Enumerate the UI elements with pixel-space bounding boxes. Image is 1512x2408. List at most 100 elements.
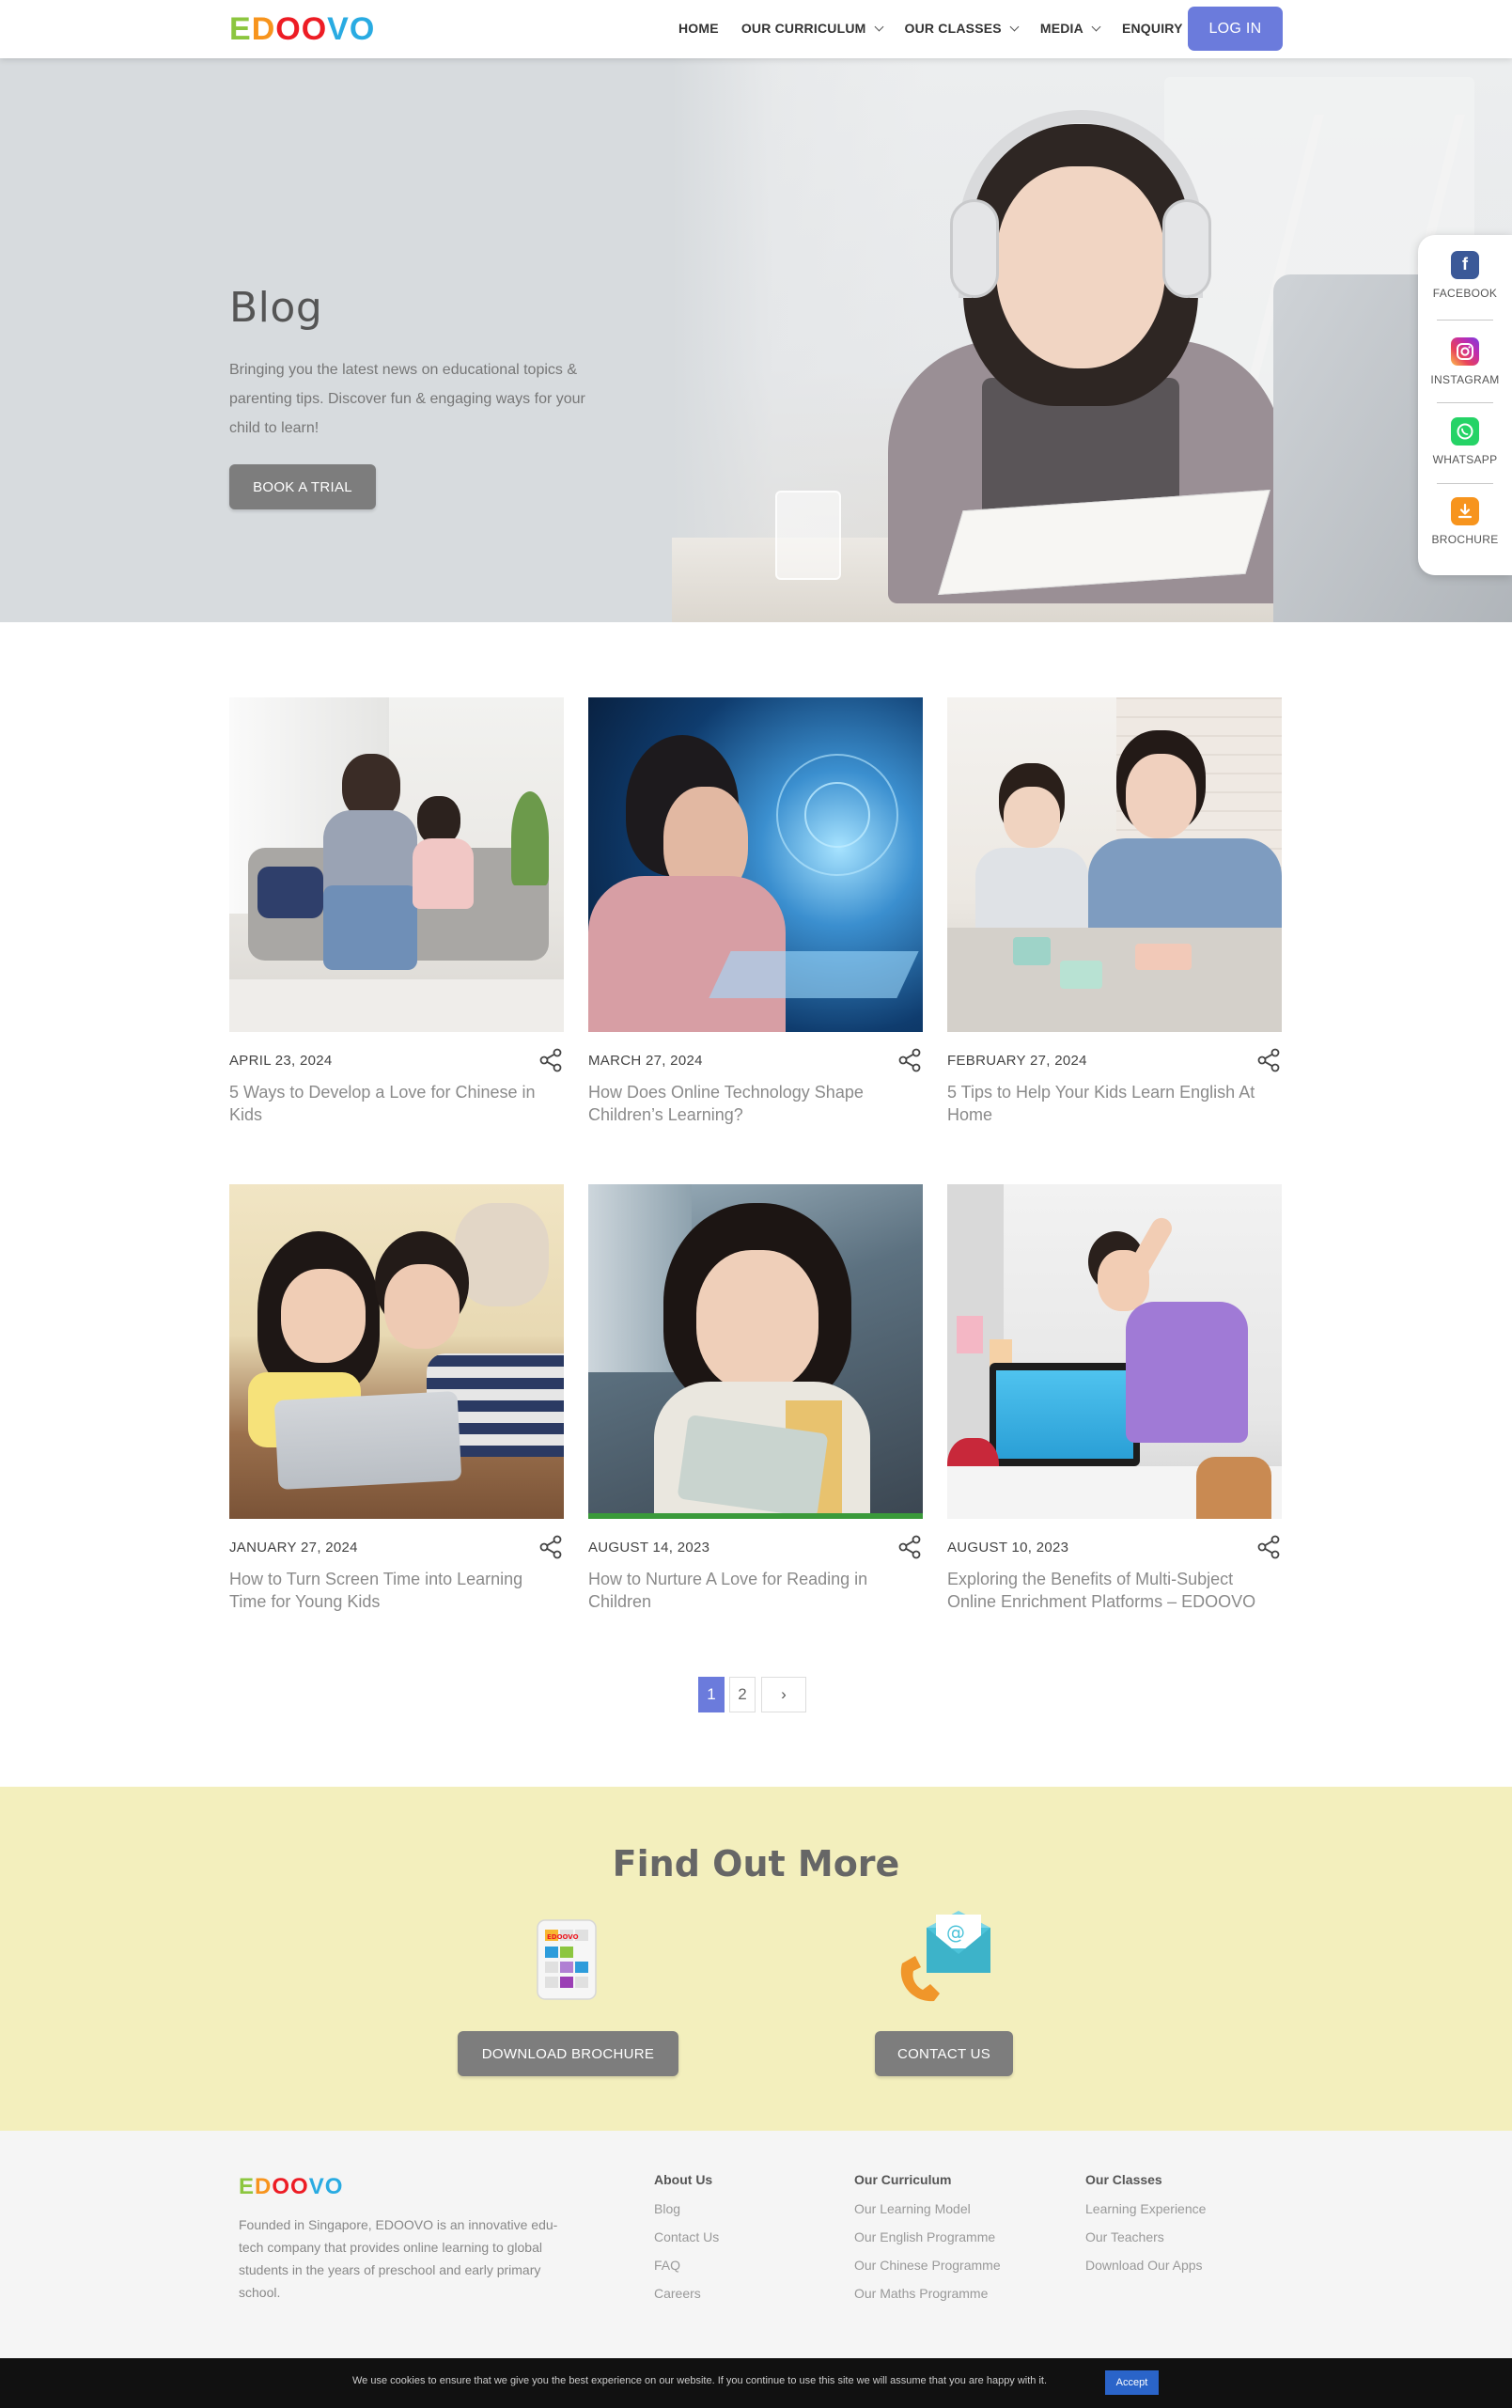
social-label: BROCHURE [1431,532,1499,546]
social-instagram[interactable]: INSTAGRAM [1418,321,1512,401]
footer-description: Founded in Singapore, EDOOVO is an innov… [239,2217,558,2300]
page-1-button[interactable]: 1 [698,1677,725,1712]
chevron-down-icon [874,22,883,31]
post-title[interactable]: How to Turn Screen Time into Learning Ti… [229,1568,564,1613]
blog-thumbnail[interactable] [588,697,923,1032]
footer-link-english[interactable]: Our English Programme [854,2223,1001,2251]
book-trial-button[interactable]: BOOK A TRIAL [229,464,376,509]
hero-image-glass [775,491,841,580]
blog-card: MARCH 27, 2024 How Does Online Technolog… [588,697,923,1158]
logo-letter: O [301,10,328,47]
footer-link-apps[interactable]: Download Our Apps [1085,2251,1206,2279]
social-label: FACEBOOK [1432,286,1498,300]
share-icon[interactable] [896,1534,923,1560]
pagination: 1 2 › [698,1677,806,1712]
logo-letter: D [251,10,276,47]
blog-thumbnail[interactable] [947,1184,1282,1519]
cookie-banner: We use cookies to ensure that we give yo… [0,2358,1512,2408]
logo-letter: O [324,2174,344,2199]
post-title[interactable]: How Does Online Technology Shape Childre… [588,1081,923,1126]
post-date: MARCH 27, 2024 [588,1053,703,1069]
blog-card: JANUARY 27, 2024 How to Turn Screen Time… [229,1184,564,1645]
footer-link-teachers[interactable]: Our Teachers [1085,2223,1206,2251]
facebook-icon: f [1451,250,1479,279]
page-2-button[interactable]: 2 [729,1677,756,1712]
download-brochure-button[interactable]: DOWNLOAD BROCHURE [458,2031,678,2076]
logo-letter: O [272,2174,291,2199]
nav-label: MEDIA [1039,21,1083,36]
chevron-right-icon: › [781,1685,787,1703]
social-label: WHATSAPP [1432,452,1498,466]
share-icon[interactable] [538,1047,564,1073]
footer-logo[interactable]: EDOOVO [239,2174,343,2200]
share-icon[interactable] [1255,1534,1282,1560]
footer-link-blog[interactable]: Blog [654,2195,719,2223]
blog-thumbnail[interactable] [947,697,1282,1032]
logo-letter: D [255,2174,273,2199]
hero-banner: Blog Bringing you the latest news on edu… [0,58,1512,622]
hero-image-earcup [950,199,999,298]
nav-label: OUR CLASSES [904,21,1002,36]
brochure-icon: EDOOVO [532,1916,603,2001]
footer-link-faq[interactable]: FAQ [654,2251,719,2279]
hero-image-earcup [1162,199,1211,298]
post-title[interactable]: How to Nurture A Love for Reading in Chi… [588,1568,923,1613]
divider [1437,320,1493,321]
blog-thumbnail[interactable] [588,1184,923,1519]
nav-item-classes[interactable]: OUR CLASSES [904,21,1020,36]
footer-link-chinese[interactable]: Our Chinese Programme [854,2251,1001,2279]
nav-item-curriculum[interactable]: OUR CURRICULUM [741,21,883,36]
share-icon[interactable] [1255,1047,1282,1073]
chevron-down-icon [1009,22,1020,31]
whatsapp-icon [1451,416,1479,446]
main-nav: HOME OUR CURRICULUM OUR CLASSES MEDIA EN… [678,0,1222,56]
footer-link-careers[interactable]: Careers [654,2279,719,2307]
footer-column-about: About Us Blog Contact Us FAQ Careers [654,2172,719,2307]
blog-card: AUGUST 10, 2023 Exploring the Benefits o… [947,1184,1282,1645]
footer-link-maths[interactable]: Our Maths Programme [854,2279,1001,2307]
nav-label: HOME [678,21,719,36]
logo-letter: E [239,2174,256,2199]
footer-link-contact[interactable]: Contact Us [654,2223,719,2251]
footer-heading: Our Classes [1085,2172,1162,2187]
post-date: AUGUST 14, 2023 [588,1540,710,1556]
social-label: INSTAGRAM [1430,372,1500,386]
section-title: Find Out More [612,1843,900,1884]
post-title[interactable]: 5 Ways to Develop a Love for Chinese in … [229,1081,564,1126]
post-title[interactable]: 5 Tips to Help Your Kids Learn English A… [947,1081,1282,1126]
svg-text:EDOOVO: EDOOVO [547,1933,579,1941]
share-icon[interactable] [538,1534,564,1560]
post-date: APRIL 23, 2024 [229,1053,333,1069]
social-facebook[interactable]: f FACEBOOK [1418,235,1512,315]
social-brochure[interactable]: BROCHURE [1418,481,1512,561]
footer-link-learning-model[interactable]: Our Learning Model [854,2195,1001,2223]
social-whatsapp[interactable]: WHATSAPP [1418,401,1512,481]
nav-item-home[interactable]: HOME [678,21,719,36]
accept-cookies-button[interactable]: Accept [1105,2370,1159,2395]
contact-us-button[interactable]: CONTACT US [875,2031,1013,2076]
svg-text:@: @ [946,1921,965,1944]
footer-column-curriculum: Our Curriculum Our Learning Model Our En… [854,2172,1001,2307]
logo-letter: O [275,10,302,47]
logo-letter: O [290,2174,309,2199]
nav-label: ENQUIRY [1121,21,1183,36]
footer-column-classes: Our Classes Learning Experience Our Teac… [1085,2172,1206,2279]
post-date: JANUARY 27, 2024 [229,1540,358,1556]
footer-heading: Our Curriculum [854,2172,952,2187]
blog-card: AUGUST 14, 2023 How to Nurture A Love fo… [588,1184,923,1645]
contact-mail-phone-icon: @ [893,1911,994,2005]
nav-item-media[interactable]: MEDIA [1039,21,1101,36]
login-button[interactable]: LOG IN [1188,7,1283,51]
share-icon[interactable] [896,1047,923,1073]
blog-thumbnail[interactable] [229,1184,564,1519]
post-title[interactable]: Exploring the Benefits of Multi-Subject … [947,1568,1282,1613]
edoovo-logo[interactable]: E D O O V O [229,10,376,47]
next-page-button[interactable]: › [761,1677,806,1712]
post-date: FEBRUARY 27, 2024 [947,1053,1087,1069]
footer-link-learning-experience[interactable]: Learning Experience [1085,2195,1206,2223]
hero-description: Bringing you the latest news on educatio… [229,362,585,436]
chevron-down-icon [1091,22,1101,31]
blog-thumbnail[interactable] [229,697,564,1032]
logo-letter: O [349,10,376,47]
site-header: E D O O V O HOME OUR CURRICULUM OUR CLAS… [0,0,1512,58]
